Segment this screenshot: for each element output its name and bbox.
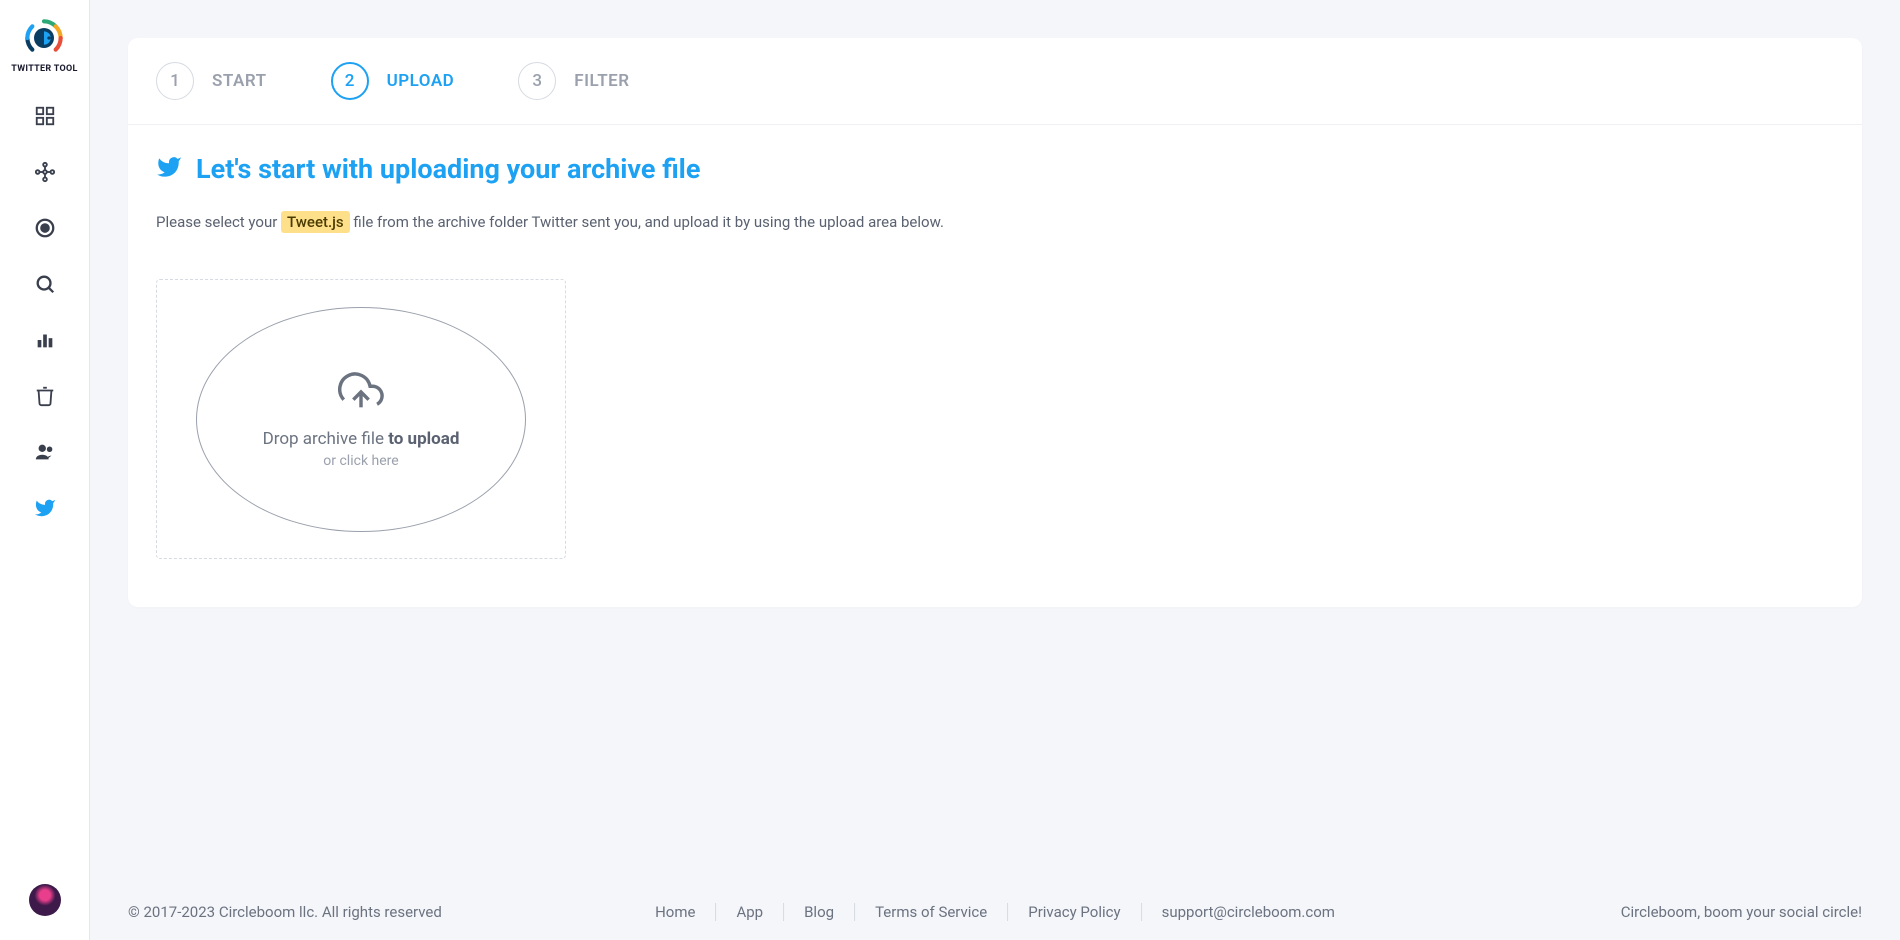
main-content: 1 START 2 UPLOAD 3 FILTER Let's start wi… [90, 0, 1900, 607]
step-number: 1 [156, 62, 194, 100]
twitter-icon [156, 154, 182, 184]
dropzone-text-primary: Drop archive file to upload [263, 429, 460, 449]
instruction-text: Please select your Tweet.js file from th… [156, 213, 1834, 231]
filename-highlight: Tweet.js [281, 211, 350, 233]
footer-link-home[interactable]: Home [635, 903, 715, 921]
footer: © 2017-2023 Circleboom llc. All rights r… [90, 884, 1900, 940]
instruction-post: file from the archive folder Twitter sen… [353, 213, 944, 231]
wizard-steps: 1 START 2 UPLOAD 3 FILTER [128, 38, 1862, 125]
nav-search[interactable] [33, 272, 57, 296]
step-label: START [212, 71, 267, 91]
upload-dropzone[interactable]: Drop archive file to upload or click her… [196, 307, 526, 532]
dz-bold: to upload [388, 429, 459, 449]
footer-copyright: © 2017-2023 Circleboom llc. All rights r… [128, 903, 442, 921]
step-label: UPLOAD [387, 71, 455, 91]
brand-logo[interactable]: TWITTER TOOL [11, 18, 77, 74]
sidebar: TWITTER TOOL [0, 0, 90, 940]
user-avatar[interactable] [29, 884, 61, 916]
nav-stats[interactable] [33, 328, 57, 352]
step-content: Let's start with uploading your archive … [128, 125, 1862, 607]
step-start[interactable]: 1 START [156, 62, 267, 100]
footer-link-app[interactable]: App [716, 903, 783, 921]
footer-link-privacy[interactable]: Privacy Policy [1008, 903, 1140, 921]
page-title-row: Let's start with uploading your archive … [156, 153, 1834, 185]
nav-target[interactable] [33, 216, 57, 240]
dz-pre: Drop archive file [263, 429, 389, 449]
cloud-upload-icon [338, 369, 384, 429]
wizard-card: 1 START 2 UPLOAD 3 FILTER Let's start wi… [128, 38, 1862, 607]
step-label: FILTER [574, 71, 629, 91]
logo-icon [24, 18, 64, 58]
step-number: 2 [331, 62, 369, 100]
brand-name: TWITTER TOOL [11, 64, 77, 74]
nav-dashboard[interactable] [33, 104, 57, 128]
step-filter[interactable]: 3 FILTER [518, 62, 629, 100]
footer-tagline: Circleboom, boom your social circle! [1621, 903, 1862, 921]
instruction-pre: Please select your [156, 213, 281, 231]
step-upload[interactable]: 2 UPLOAD [331, 62, 455, 100]
nav-users[interactable] [33, 440, 57, 464]
footer-link-blog[interactable]: Blog [784, 903, 854, 921]
nav-twitter[interactable] [33, 496, 57, 520]
footer-link-support[interactable]: support@circleboom.com [1142, 903, 1355, 921]
footer-link-tos[interactable]: Terms of Service [855, 903, 1007, 921]
footer-links: Home App Blog Terms of Service Privacy P… [635, 903, 1355, 921]
dropzone-container: Drop archive file to upload or click her… [156, 279, 566, 559]
nav-trash[interactable] [33, 384, 57, 408]
step-number: 3 [518, 62, 556, 100]
page-title: Let's start with uploading your archive … [196, 153, 700, 185]
nav-items [33, 104, 57, 520]
nav-network[interactable] [33, 160, 57, 184]
dropzone-text-secondary: or click here [323, 453, 398, 469]
